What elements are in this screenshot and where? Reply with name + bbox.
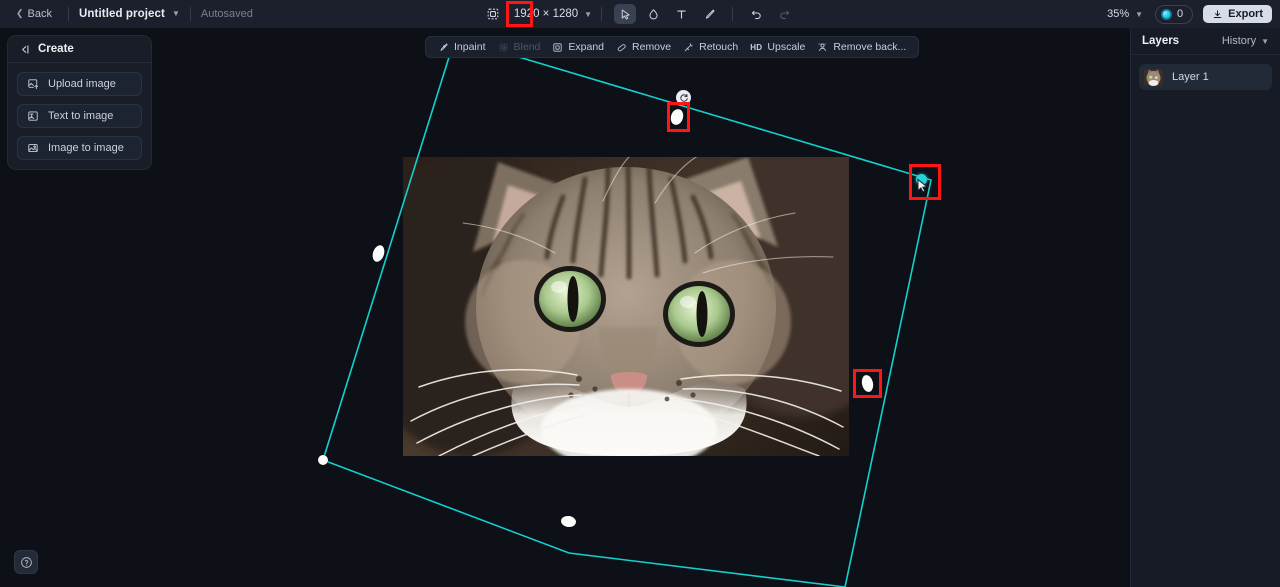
- chevron-down-icon[interactable]: ▼: [584, 10, 592, 19]
- layer-row[interactable]: Layer 1: [1139, 64, 1272, 90]
- create-panel: Create Upload image Text to image Image …: [7, 35, 152, 170]
- remove-background-icon: [817, 42, 828, 53]
- divider: [189, 6, 191, 21]
- project-name[interactable]: Untitled project: [79, 8, 165, 20]
- chevron-down-icon[interactable]: ▼: [1135, 10, 1143, 19]
- credits-badge[interactable]: 0: [1155, 4, 1194, 24]
- upload-image-icon: [27, 78, 39, 90]
- selection-frame: [322, 37, 932, 587]
- undo-button[interactable]: [745, 4, 767, 24]
- divider: [732, 7, 734, 21]
- text-to-image-icon: [27, 110, 39, 122]
- upload-image-button[interactable]: Upload image: [17, 72, 142, 96]
- create-panel-title: Create: [38, 43, 74, 55]
- create-options-list: Upload image Text to image Image to imag…: [8, 63, 151, 160]
- upload-image-label: Upload image: [48, 78, 116, 90]
- header-left-group: ❮ Back Untitled project ▼ Autosaved: [0, 5, 253, 23]
- autosave-status: Autosaved: [200, 7, 253, 20]
- pointer-cursor-icon: [915, 178, 931, 194]
- remove-label: Remove: [632, 41, 672, 53]
- download-icon: [1212, 9, 1223, 20]
- brush-tool[interactable]: [698, 4, 720, 24]
- chevron-down-icon: ▼: [1261, 36, 1269, 46]
- help-button[interactable]: [14, 550, 38, 574]
- inpaint-label: Inpaint: [454, 41, 486, 53]
- layers-panel-header: Layers History ▼: [1131, 28, 1280, 55]
- text-to-image-label: Text to image: [48, 110, 114, 122]
- retouch-button[interactable]: Retouch: [677, 38, 744, 56]
- remove-background-label: Remove back...: [833, 41, 907, 53]
- chevron-down-icon[interactable]: ▼: [172, 9, 180, 18]
- expand-frame-icon: [552, 42, 563, 53]
- help-question-icon: [20, 556, 33, 569]
- export-label: Export: [1228, 8, 1263, 20]
- text-to-image-button[interactable]: Text to image: [17, 104, 142, 128]
- upscale-button[interactable]: HD Upscale: [744, 38, 811, 56]
- layers-title: Layers: [1142, 35, 1180, 47]
- zoom-level[interactable]: 35%: [1107, 8, 1129, 20]
- layers-panel: Layers History ▼ Layer 1: [1130, 28, 1280, 587]
- image-to-image-button[interactable]: Image to image: [17, 136, 142, 160]
- text-tool[interactable]: [670, 4, 692, 24]
- history-tab[interactable]: History ▼: [1222, 35, 1269, 47]
- layer-name: Layer 1: [1172, 71, 1209, 83]
- shape-tool[interactable]: [642, 4, 664, 24]
- inpaint-brush-icon: [438, 42, 449, 53]
- retouch-label: Retouch: [699, 41, 739, 53]
- image-to-image-icon: [27, 142, 39, 154]
- remove-button[interactable]: Remove: [610, 38, 677, 56]
- blend-icon: [498, 42, 509, 53]
- context-toolbar: Inpaint Blend Expand Remove Retouch HD U…: [425, 36, 920, 58]
- collapse-panel-icon[interactable]: [18, 43, 31, 56]
- expand-label: Expand: [568, 41, 605, 53]
- inpaint-button[interactable]: Inpaint: [432, 38, 492, 56]
- canvas-resize-icon[interactable]: [482, 4, 504, 24]
- back-button[interactable]: ❮ Back: [10, 5, 58, 23]
- create-panel-header: Create: [8, 36, 151, 63]
- divider: [601, 7, 603, 21]
- back-label: Back: [27, 7, 53, 20]
- app-header: ❮ Back Untitled project ▼ Autosaved 1920…: [0, 0, 1280, 28]
- rotate-handle[interactable]: [676, 90, 691, 105]
- history-label: History: [1221, 35, 1257, 47]
- credits-count: 0: [1177, 8, 1184, 20]
- select-tool[interactable]: [614, 4, 637, 24]
- image-to-image-label: Image to image: [48, 142, 124, 154]
- blend-label: Blend: [513, 41, 541, 53]
- canvas-area[interactable]: Inpaint Blend Expand Remove Retouch HD U…: [0, 28, 1130, 587]
- chevron-left-icon: ❮: [16, 8, 24, 18]
- header-right-group: 35% ▼ 0 Export: [1107, 0, 1272, 28]
- export-button[interactable]: Export: [1203, 5, 1272, 23]
- layer-thumbnail: [1144, 68, 1163, 86]
- blend-button: Blend: [492, 38, 547, 56]
- expand-button[interactable]: Expand: [546, 38, 610, 56]
- bottom-left-corner-handle[interactable]: [318, 455, 328, 465]
- divider: [68, 6, 70, 21]
- image-editor-app: ❮ Back Untitled project ▼ Autosaved 1920…: [0, 0, 1280, 587]
- credit-coin-icon: [1161, 8, 1173, 20]
- canvas-dimensions[interactable]: 1920 × 1280: [514, 8, 578, 20]
- retouch-wand-icon: [683, 42, 694, 53]
- hd-icon: HD: [750, 42, 763, 52]
- upscale-label: Upscale: [767, 41, 806, 53]
- redo-button: [773, 4, 795, 24]
- remove-background-button[interactable]: Remove back...: [811, 38, 912, 56]
- eraser-icon: [616, 42, 627, 53]
